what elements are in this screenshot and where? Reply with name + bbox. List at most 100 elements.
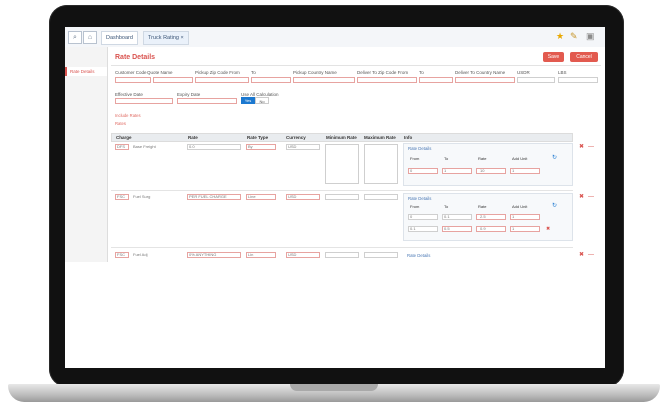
panel-unit-value: 1 — [512, 214, 515, 219]
panel-delete-icon[interactable]: ✖ — [546, 226, 550, 232]
panel-from-field[interactable] — [408, 168, 438, 174]
panel-th-to: To — [444, 156, 449, 161]
th-charge: Charge — [116, 135, 132, 140]
filter-label-deliver-country: Deliver To Country Name — [455, 70, 506, 75]
charge-name: Fuel Adj — [133, 252, 148, 257]
filter-label-usdr: USDR — [517, 70, 530, 75]
panel-th-from: From — [410, 156, 420, 161]
panel-rate-value: 10 — [480, 168, 485, 173]
charge-code: DFS — [117, 144, 125, 149]
th-rate: Rate — [188, 135, 198, 140]
user-icon[interactable]: ▣ — [586, 31, 595, 41]
max-rate-field[interactable] — [364, 252, 398, 258]
pickup-zip-from-field[interactable] — [195, 77, 249, 83]
rate-detail-panel: Rate Details From To Rate Add Unit ↻ 0 1… — [403, 143, 573, 186]
filter-label-to: To — [251, 70, 256, 75]
panel-unit-field[interactable] — [510, 214, 540, 220]
panel-unit-value: 1 — [512, 226, 515, 231]
panel-th-rate: Rate — [478, 204, 487, 209]
panel-th-to: To — [444, 204, 449, 209]
panel-from-field[interactable] — [408, 214, 438, 220]
effective-date-field[interactable] — [115, 98, 173, 104]
include-rates-link[interactable]: Include Rates — [115, 113, 141, 118]
rate-select[interactable] — [187, 144, 241, 150]
rate-type-value: By — [248, 144, 253, 149]
search-icon[interactable]: ⌕ — [68, 31, 82, 44]
effective-date-label: Effective Date — [115, 92, 143, 97]
th-min-rate: Minimum Rate — [326, 135, 357, 140]
star-icon[interactable]: ★ — [556, 31, 564, 41]
currency-value: USD — [288, 194, 297, 199]
panel-unit-field[interactable] — [510, 226, 540, 232]
pickup-country-field[interactable] — [293, 77, 355, 83]
filter-label-to-2: To — [419, 70, 424, 75]
panel-unit-value: 1 — [512, 168, 515, 173]
min-rate-field[interactable] — [325, 144, 359, 184]
remove-row-icon[interactable]: — — [588, 194, 594, 200]
panel-link[interactable]: Rate Details — [408, 196, 431, 201]
panel-from-value: 0.1 — [410, 226, 416, 231]
remove-row-icon[interactable]: — — [588, 252, 594, 258]
panel-th-rate: Rate — [478, 156, 487, 161]
th-rate-type: Rate Type — [247, 135, 269, 140]
currency-value: USD — [288, 144, 297, 149]
app-body: Rate Details Rate Details Save Cancel Cu… — [65, 47, 605, 262]
expiry-date-field[interactable] — [177, 98, 237, 104]
rate-type-value: Line — [248, 194, 256, 199]
filter-label-pickup-country: Pickup Country Name — [293, 70, 337, 75]
home-icon[interactable]: ⌂ — [83, 31, 97, 44]
toggle-yes[interactable]: Yes — [241, 97, 255, 104]
max-rate-field[interactable] — [364, 144, 398, 184]
charge-code: FSC — [117, 252, 125, 257]
add-rate-link[interactable]: Rate Details — [407, 253, 430, 258]
delete-row-icon[interactable]: ✖ — [579, 194, 584, 200]
delete-row-icon[interactable]: ✖ — [579, 144, 584, 150]
panel-link[interactable]: Rate Details — [408, 146, 431, 151]
tools-icon[interactable]: ✎ — [570, 31, 578, 41]
refresh-icon[interactable]: ↻ — [552, 202, 557, 209]
panel-th-add-unit: Add Unit — [512, 204, 528, 209]
save-button[interactable]: Save — [543, 52, 564, 62]
tab-truck-rating[interactable]: Truck Rating × — [143, 31, 189, 45]
min-rate-field[interactable] — [325, 252, 359, 258]
refresh-icon[interactable]: ↻ — [552, 154, 557, 161]
rate-value: 0.0 — [189, 144, 195, 149]
cancel-button[interactable]: Cancel — [570, 52, 598, 62]
row-divider — [111, 247, 573, 248]
deliver-country-field[interactable] — [455, 77, 515, 83]
rate-detail-panel: Rate Details From To Rate Add Unit ↻ 0 0… — [403, 193, 573, 241]
unit-select[interactable] — [558, 77, 598, 83]
page-title: Rate Details — [115, 54, 156, 61]
min-rate-field[interactable] — [325, 194, 359, 200]
rate-type-value: Lin — [248, 252, 254, 257]
row-divider — [111, 190, 573, 191]
th-max-rate: Maximum Rate — [364, 135, 396, 140]
filter-label-quote: Quote Name — [147, 70, 173, 75]
rates-link[interactable]: Rates — [115, 121, 126, 126]
panel-rate-value: 0.9 — [480, 226, 486, 231]
customer-code-field[interactable] — [115, 77, 151, 83]
table-header: Charge Rate Rate Type Currency Minimum R… — [111, 133, 573, 142]
panel-th-from: From — [410, 204, 420, 209]
delete-row-icon[interactable]: ✖ — [579, 252, 584, 258]
remove-row-icon[interactable]: — — [588, 144, 594, 150]
sidebar-item-rate-details[interactable]: Rate Details — [65, 67, 107, 76]
tab-dashboard[interactable]: Dashboard — [101, 31, 138, 45]
panel-to-field[interactable] — [442, 168, 472, 174]
panel-unit-field[interactable] — [510, 168, 540, 174]
quote-name-field[interactable] — [153, 77, 193, 83]
expiry-date-label: Expiry Date — [177, 92, 201, 97]
toggle-no[interactable]: No — [255, 97, 269, 104]
empty-area — [65, 262, 605, 368]
panel-from-value: 0 — [410, 168, 413, 173]
pickup-zip-to-field[interactable] — [251, 77, 291, 83]
filter-label-customer: Customer Code — [115, 70, 147, 75]
top-bar: ⌕ ⌂ Dashboard Truck Rating × ★ ✎ ▣ — [65, 27, 605, 48]
laptop-notch — [290, 384, 378, 391]
panel-to-value: 1 — [444, 168, 447, 173]
currency-select[interactable] — [517, 77, 555, 83]
deliver-zip-from-field[interactable] — [357, 77, 417, 83]
max-rate-field[interactable] — [364, 194, 398, 200]
th-info: Info — [404, 135, 413, 140]
deliver-zip-to-field[interactable] — [419, 77, 453, 83]
